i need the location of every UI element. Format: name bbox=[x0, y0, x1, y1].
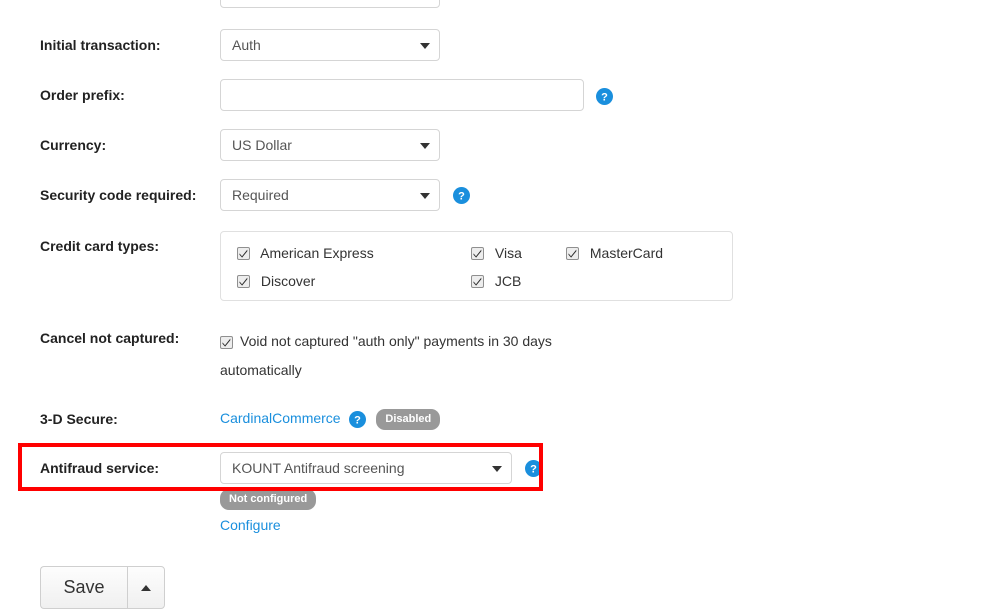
credit-card-label-visa: Visa bbox=[494, 245, 522, 261]
three-d-secure-status-badge: Disabled bbox=[376, 409, 441, 430]
checkbox-checked-icon bbox=[237, 275, 250, 288]
previous-field-input-partial[interactable] bbox=[220, 0, 440, 8]
credit-card-checkbox-discover[interactable]: Discover bbox=[237, 273, 315, 289]
credit-card-checkbox-american-express[interactable]: American Express bbox=[237, 245, 374, 261]
credit-card-checkbox-mastercard[interactable]: MasterCard bbox=[566, 245, 663, 261]
three-d-secure-label: 3-D Secure: bbox=[40, 411, 118, 427]
order-prefix-input[interactable] bbox=[220, 79, 584, 111]
security-code-required-select[interactable]: Required bbox=[220, 179, 440, 211]
svg-text:?: ? bbox=[355, 415, 362, 427]
currency-select[interactable]: US Dollar bbox=[220, 129, 440, 161]
chevron-down-icon bbox=[420, 43, 430, 49]
security-code-required-value: Required bbox=[232, 187, 289, 203]
credit-card-checkbox-jcb[interactable]: JCB bbox=[471, 273, 521, 289]
svg-text:?: ? bbox=[458, 190, 465, 202]
order-prefix-label: Order prefix: bbox=[40, 87, 125, 103]
cancel-not-captured-text-line-1: Void not captured "auth only" payments i… bbox=[240, 333, 552, 349]
svg-text:?: ? bbox=[601, 91, 608, 103]
credit-card-label-mastercard: MasterCard bbox=[589, 245, 664, 261]
initial-transaction-label: Initial transaction: bbox=[40, 37, 161, 53]
antifraud-status-badge-wrap: Not configured bbox=[220, 489, 317, 510]
cancel-not-captured-label: Cancel not captured: bbox=[40, 330, 180, 346]
checkbox-checked-icon bbox=[220, 336, 233, 349]
credit-card-label-discover: Discover bbox=[260, 273, 316, 289]
credit-card-label-jcb: JCB bbox=[494, 273, 522, 289]
save-options-toggle-button[interactable] bbox=[127, 566, 165, 609]
checkbox-checked-icon bbox=[471, 247, 484, 260]
checkbox-checked-icon bbox=[237, 247, 250, 260]
antifraud-status-badge: Not configured bbox=[220, 489, 317, 510]
credit-card-types-group: American Express Visa MasterCard Discove… bbox=[220, 231, 733, 301]
chevron-down-icon bbox=[420, 143, 430, 149]
antifraud-configure-wrap: Configure bbox=[220, 517, 281, 533]
initial-transaction-select[interactable]: Auth bbox=[220, 29, 440, 61]
caret-up-icon bbox=[141, 584, 151, 591]
checkbox-checked-icon bbox=[471, 275, 484, 288]
antifraud-service-select[interactable]: KOUNT Antifraud screening bbox=[220, 452, 512, 484]
save-button[interactable]: Save bbox=[40, 566, 127, 609]
chevron-down-icon bbox=[420, 193, 430, 199]
credit-card-types-label: Credit card types: bbox=[40, 238, 160, 254]
antifraud-configure-link[interactable]: Configure bbox=[220, 517, 281, 533]
security-code-required-label: Security code required: bbox=[40, 187, 197, 203]
currency-value: US Dollar bbox=[232, 137, 292, 153]
help-circle-icon[interactable]: ? bbox=[349, 411, 367, 428]
svg-text:?: ? bbox=[530, 463, 537, 475]
credit-card-label-american-express: American Express bbox=[260, 245, 374, 261]
initial-transaction-value: Auth bbox=[232, 37, 261, 53]
cancel-not-captured-text-line-2: automatically bbox=[220, 362, 302, 378]
save-button-group: Save bbox=[40, 566, 165, 609]
help-circle-icon[interactable]: ? bbox=[452, 186, 470, 204]
help-circle-icon[interactable]: ? bbox=[524, 459, 542, 477]
credit-card-checkbox-visa[interactable]: Visa bbox=[471, 245, 522, 261]
antifraud-service-label: Antifraud service: bbox=[40, 460, 160, 476]
currency-label: Currency: bbox=[40, 137, 107, 153]
checkbox-checked-icon bbox=[566, 247, 579, 260]
help-circle-icon[interactable]: ? bbox=[595, 87, 613, 105]
three-d-secure-provider-link[interactable]: CardinalCommerce bbox=[220, 410, 341, 426]
chevron-down-icon bbox=[492, 466, 502, 472]
antifraud-service-value: KOUNT Antifraud screening bbox=[232, 460, 405, 476]
